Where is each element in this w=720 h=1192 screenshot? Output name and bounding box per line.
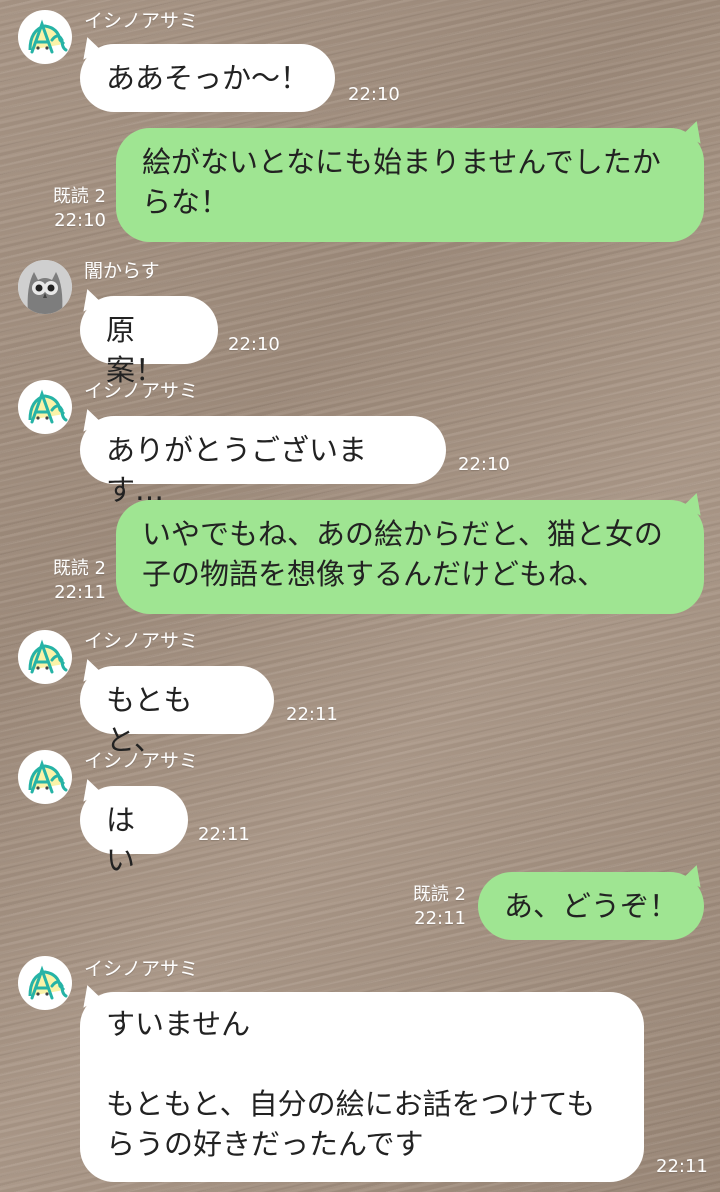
message-time: 22:10 xyxy=(348,84,400,105)
message-bubble[interactable]: ありがとうございます… xyxy=(80,416,446,507)
message-time: 22:11 xyxy=(286,704,338,725)
chat-area[interactable]: イシノアサミ ああそっか〜！ 22:10 絵がないとなにも始まりませんでしたか … xyxy=(0,0,720,1192)
ishino-avatar-icon[interactable] xyxy=(18,956,72,1010)
ishino-avatar-icon[interactable] xyxy=(18,380,72,434)
message-bubble[interactable]: すいません もともと、自分の絵にお話をつけても らうの好きだったんです xyxy=(80,992,644,1182)
message-time: 22:11 xyxy=(414,908,466,929)
message-bubble[interactable]: もともと、 xyxy=(80,666,274,757)
owl-avatar-icon[interactable] xyxy=(18,260,72,314)
message-bubble[interactable]: 原案！ xyxy=(80,296,218,387)
message-bubble[interactable]: はい xyxy=(80,786,188,877)
ishino-avatar-icon[interactable] xyxy=(18,750,72,804)
message-time: 22:11 xyxy=(656,1156,708,1177)
sender-name: イシノアサミ xyxy=(84,10,199,32)
message-time: 22:10 xyxy=(54,210,106,231)
read-receipt: 既読 2 xyxy=(412,884,466,905)
message-bubble[interactable]: 絵がないとなにも始まりませんでしたか らな！ xyxy=(116,128,704,242)
ishino-avatar-icon[interactable] xyxy=(18,630,72,684)
ishino-avatar-icon[interactable] xyxy=(18,10,72,64)
sender-name: イシノアサミ xyxy=(84,958,199,980)
message-bubble[interactable]: あ、どうぞ！ xyxy=(478,872,704,940)
message-time: 22:11 xyxy=(54,582,106,603)
sender-name: イシノアサミ xyxy=(84,380,199,402)
message-bubble[interactable]: いやでもね、あの絵からだと、猫と女の 子の物語を想像するんだけどもね、 xyxy=(116,500,704,614)
sender-name: イシノアサミ xyxy=(84,630,199,652)
message-bubble[interactable]: ああそっか〜！ xyxy=(80,44,335,112)
read-receipt: 既読 2 xyxy=(52,558,106,579)
message-time: 22:10 xyxy=(228,334,280,355)
sender-name: イシノアサミ xyxy=(84,750,199,772)
sender-name: 闇からす xyxy=(84,260,160,282)
read-receipt: 既読 2 xyxy=(52,186,106,207)
message-time: 22:11 xyxy=(198,824,250,845)
message-time: 22:10 xyxy=(458,454,510,475)
